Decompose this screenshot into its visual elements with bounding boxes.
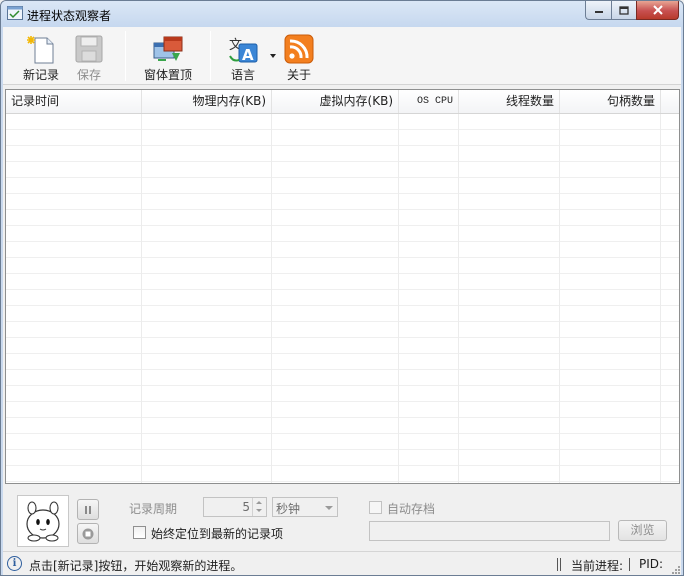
pin-window-label: 窗体置顶: [143, 68, 192, 82]
close-icon: [652, 5, 663, 15]
new-record-label: 新记录: [22, 68, 59, 82]
column-header-virtual-memory[interactable]: 虚拟内存(KB): [272, 90, 399, 113]
table-header: 记录时间 物理内存(KB) 虚拟内存(KB) OS CPU 线程数量 句柄数量: [6, 90, 679, 114]
period-unit-select[interactable]: 秒钟: [272, 497, 338, 517]
status-message: 点击[新记录]按钮，开始观察新的进程。: [29, 559, 243, 573]
about-button[interactable]: 关于: [279, 31, 319, 83]
auto-save-label[interactable]: 自动存档: [387, 500, 435, 517]
record-table[interactable]: 记录时间 物理内存(KB) 虚拟内存(KB) OS CPU 线程数量 句柄数量: [5, 89, 680, 484]
floppy-disk-icon: [75, 35, 103, 63]
spin-down-icon[interactable]: [256, 509, 262, 512]
toolbar: 新记录 保存 窗体置顶 文 A 语言 关于: [3, 27, 681, 85]
minimize-icon: [594, 11, 603, 13]
status-separator: [629, 558, 630, 571]
spin-arrows[interactable]: [252, 498, 266, 516]
pid-label: PID:: [639, 557, 664, 571]
language-icon: 文 A: [229, 38, 258, 64]
always-latest-label[interactable]: 始终定位到最新的记录项: [151, 525, 283, 542]
maximize-button[interactable]: [611, 1, 636, 20]
period-value: 5: [242, 500, 250, 514]
pin-window-button[interactable]: 窗体置顶: [137, 31, 199, 83]
period-unit-value: 秒钟: [276, 502, 301, 516]
always-latest-checkbox[interactable]: [133, 526, 146, 539]
status-bar: i 点击[新记录]按钮，开始观察新的进程。 当前进程: PID:: [3, 551, 681, 575]
auto-save-checkbox[interactable]: [369, 501, 382, 514]
chevron-down-icon: [325, 506, 333, 510]
svg-text:A: A: [242, 46, 254, 64]
spin-up-icon[interactable]: [256, 501, 262, 504]
column-header-physical-memory[interactable]: 物理内存(KB): [142, 90, 272, 113]
browse-button[interactable]: 浏览: [618, 520, 667, 541]
client-area: 新记录 保存 窗体置顶 文 A 语言 关于 记录时间 物理内存(KB) 虚拟内存…: [3, 27, 681, 575]
new-document-icon: [27, 36, 54, 64]
save-button[interactable]: 保存: [69, 31, 109, 83]
record-period-label: 记录周期: [129, 502, 178, 516]
minimize-button[interactable]: [585, 1, 611, 20]
pause-icon: [85, 505, 91, 514]
column-header-handle-count[interactable]: 句柄数量: [560, 90, 661, 113]
about-label: 关于: [286, 68, 311, 82]
table-body[interactable]: [6, 114, 679, 483]
title-bar[interactable]: 进程状态观察者: [1, 1, 683, 27]
pause-button[interactable]: [77, 499, 99, 520]
save-label: 保存: [76, 68, 101, 82]
stop-icon: [82, 528, 94, 539]
language-button[interactable]: 文 A 语言: [223, 31, 263, 83]
current-process-label: 当前进程:: [571, 559, 624, 573]
toolbar-separator: [125, 31, 126, 81]
new-record-button[interactable]: 新记录: [17, 31, 65, 83]
kirby-icon: [26, 501, 60, 542]
app-window: 进程状态观察者 新记录 保存 窗体置顶 文 A 语言 关于 记录时间 物理内存(…: [0, 0, 684, 576]
kirby-avatar: [17, 495, 69, 547]
column-header-time[interactable]: 记录时间: [6, 90, 142, 113]
save-path-input[interactable]: [369, 521, 610, 541]
status-separator: [557, 558, 561, 571]
app-icon: [7, 6, 23, 20]
window-title: 进程状态观察者: [27, 9, 112, 23]
resize-grip-icon[interactable]: [670, 564, 680, 574]
column-header-os-cpu[interactable]: OS CPU: [399, 90, 459, 113]
toolbar-separator: [210, 31, 211, 81]
column-header-thread-count[interactable]: 线程数量: [459, 90, 560, 113]
stop-button[interactable]: [77, 523, 99, 544]
language-dropdown-arrow-icon[interactable]: [270, 54, 276, 58]
language-label: 语言: [230, 68, 255, 82]
rss-icon: [284, 34, 314, 64]
maximize-icon: [619, 5, 629, 15]
close-button[interactable]: [636, 1, 679, 20]
control-panel: 记录周期 5 秒钟 始终定位到最新的记录项 自动存档 浏览: [3, 487, 681, 551]
info-icon: i: [7, 556, 22, 571]
period-spinbox[interactable]: 5: [203, 497, 267, 517]
pin-window-icon: [153, 36, 183, 61]
